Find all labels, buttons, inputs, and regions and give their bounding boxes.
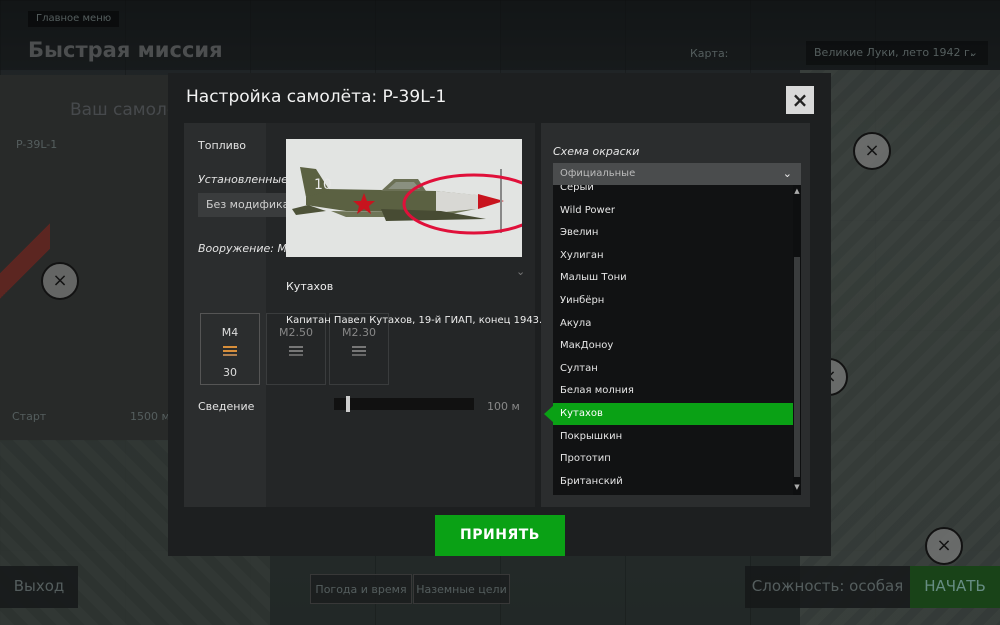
- skin-list-item[interactable]: Малыш Тони: [553, 267, 793, 289]
- skin-list-item-selected[interactable]: Кутахов: [553, 403, 793, 425]
- skin-list-item[interactable]: Султан: [553, 358, 793, 380]
- skin-list-item[interactable]: Хулиган: [553, 245, 793, 267]
- scrollbar-thumb[interactable]: [794, 257, 800, 477]
- aircraft-setup-dialog: Настройка самолёта: P-39L-1 × Топливо Ус…: [168, 73, 831, 556]
- weapon-slot-m4[interactable]: M4 30: [200, 313, 260, 385]
- skin-list-item[interactable]: Эвелин: [553, 222, 793, 244]
- slider-handle[interactable]: [346, 396, 350, 412]
- weapon-name: M4: [221, 326, 239, 339]
- selection-arrow-icon: [544, 405, 554, 423]
- dialog-title: Настройка самолёта: P-39L-1: [186, 87, 447, 107]
- armament-label: Вооружение: М: [198, 242, 287, 255]
- convergence-label: Сведение: [198, 400, 255, 413]
- skin-preview: 10: [286, 139, 522, 257]
- scheme-select-value: Официальные: [560, 168, 636, 179]
- ammo-icon: [223, 346, 237, 348]
- chevron-down-icon[interactable]: ⌄: [516, 265, 525, 278]
- accept-button[interactable]: ПРИНЯТЬ: [435, 515, 565, 556]
- tail-number: 10: [314, 177, 332, 193]
- skin-list-item[interactable]: МакДоноу: [553, 335, 793, 357]
- aircraft-preview-image: 10: [292, 167, 522, 235]
- skin-list-item[interactable]: Белая молния: [553, 380, 793, 402]
- scheme-select[interactable]: Официальные ⌄: [553, 163, 801, 185]
- paint-scheme-panel: Схема окраски Официальные ⌄ ▲ ▼ Серый Wil…: [541, 123, 810, 507]
- skin-list-item[interactable]: Акула: [553, 313, 793, 335]
- weapon-name: M2.50: [279, 326, 313, 339]
- ammo-icon: [289, 346, 303, 348]
- loadout-panel: Топливо Установленные м Без модифика Воо…: [184, 123, 542, 507]
- skin-list-item[interactable]: Уинбёрн: [553, 290, 793, 312]
- weapon-name: M2.30: [342, 326, 376, 339]
- skin-list[interactable]: ▲ ▼ Серый Wild Power Эвелин Хулиган Малыш То…: [553, 185, 801, 495]
- weapon-ammo-count: 30: [223, 366, 237, 379]
- skin-list-scrollbar[interactable]: ▲ ▼: [793, 185, 801, 495]
- skin-list-item[interactable]: Прототип: [553, 448, 793, 470]
- skin-title: Кутахов: [286, 280, 334, 293]
- skin-list-item[interactable]: Серый: [553, 185, 793, 199]
- chevron-up-icon[interactable]: ▲: [793, 187, 801, 195]
- skin-description: Капитан Павел Кутахов, 19-й ГИАП, конец …: [286, 315, 543, 326]
- skin-list-item[interactable]: Wild Power: [553, 200, 793, 222]
- modifications-label: Установленные м: [198, 173, 300, 186]
- skin-list-item[interactable]: Британский: [553, 471, 793, 493]
- chevron-down-icon[interactable]: ▼: [793, 483, 801, 491]
- fuel-label: Топливо: [198, 139, 247, 152]
- convergence-slider[interactable]: [334, 396, 474, 412]
- close-button[interactable]: ×: [786, 86, 814, 114]
- skin-list-item[interactable]: Покрышкин: [553, 426, 793, 448]
- convergence-value: 100 м: [487, 400, 520, 413]
- scheme-label: Схема окраски: [553, 145, 640, 158]
- ammo-icon: [352, 346, 366, 348]
- chevron-down-icon: ⌄: [782, 167, 792, 180]
